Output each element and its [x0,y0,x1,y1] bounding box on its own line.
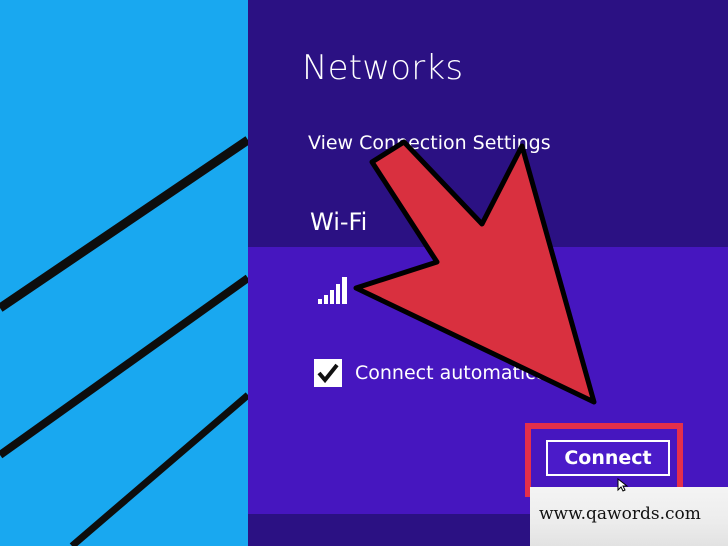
wifi-section-heading: Wi-Fi [310,208,368,236]
watermark-text: www.qawords.com [539,504,701,524]
desktop-background [0,0,248,546]
watermark: www.qawords.com [530,487,728,546]
checkmark-icon [317,363,339,384]
desktop-tile-lines [0,136,248,546]
mouse-cursor-icon [617,478,629,492]
wifi-network-item[interactable]: Connect automatically Connect [248,247,728,514]
wifi-signal-bars-icon [318,275,354,305]
connect-automatically-label: Connect automatically [355,362,570,384]
connect-automatically-checkbox[interactable] [314,359,342,387]
connect-automatically-option[interactable]: Connect automatically [314,359,569,387]
panel-title: Networks [302,48,464,88]
networks-panel: Networks View Connection Settings Wi-Fi … [248,0,728,546]
connect-button[interactable]: Connect [546,440,670,476]
view-connection-settings-link[interactable]: View Connection Settings [308,132,551,154]
